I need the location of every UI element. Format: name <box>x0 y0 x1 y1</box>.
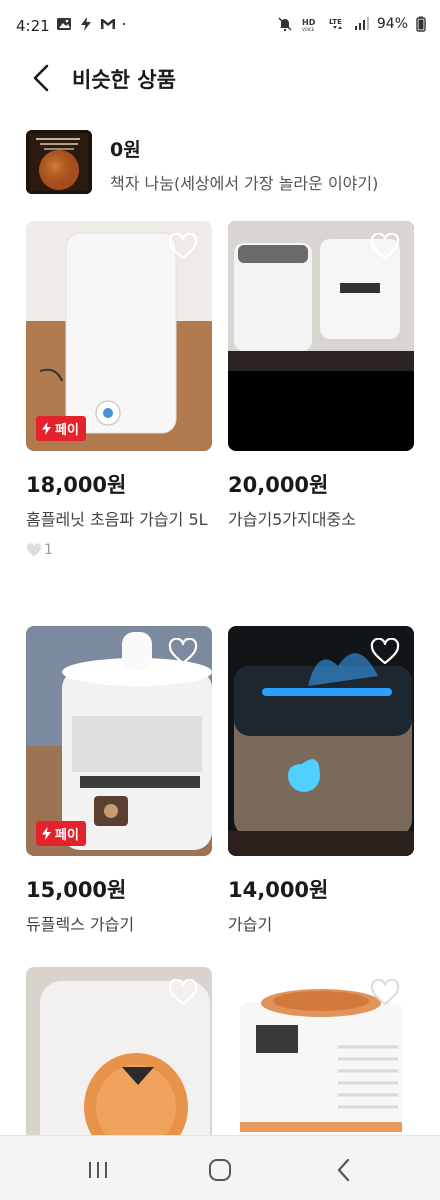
product-name: 듀플렉스 가습기 <box>26 915 135 934</box>
product-card[interactable]: 20,000원 가습기5가지대중소 <box>228 221 414 534</box>
featured-item[interactable]: 0원 책자 나눔(세상에서 가장 놀라운 이야기) <box>26 130 426 196</box>
hd-voice-icon: HDVOICE <box>302 18 316 32</box>
heart-filled-icon <box>27 542 41 556</box>
product-price: 14,000원 <box>228 878 329 902</box>
notification-icons <box>56 16 130 32</box>
recent-apps-icon[interactable] <box>84 1156 112 1184</box>
heart-icon[interactable] <box>370 638 400 666</box>
product-price: 18,000원 <box>26 473 127 497</box>
featured-thumbnail <box>26 130 92 194</box>
heart-icon[interactable] <box>370 979 400 1007</box>
product-price: 15,000원 <box>26 878 127 902</box>
book-cover-image <box>26 130 92 194</box>
mute-icon <box>278 17 292 32</box>
home-icon[interactable] <box>206 1156 234 1184</box>
status-time: 4:21 <box>16 17 50 35</box>
pay-badge-label: 페이 <box>55 828 79 843</box>
product-name: 홈플레닛 초음파 가습기 5L <box>26 510 208 529</box>
lte-icon: LTE <box>329 18 342 29</box>
bolt-icon <box>81 17 91 31</box>
featured-price: 0원 <box>110 139 141 161</box>
product-image: 페이 <box>26 626 212 856</box>
status-right: HD VOICE LTE 94% <box>277 16 426 32</box>
back-arrow-icon[interactable] <box>26 62 58 94</box>
product-card[interactable]: 페이 15,000원 듀플렉스 가습기 <box>26 626 212 939</box>
product-image <box>228 221 414 451</box>
app-header: 비슷한 상품 <box>0 52 440 106</box>
heart-icon[interactable] <box>168 638 198 666</box>
like-count: 1 <box>26 542 212 558</box>
featured-name: 책자 나눔(세상에서 가장 놀라운 이야기) <box>110 174 379 193</box>
pay-badge-label: 페이 <box>55 423 79 438</box>
status-bar: 4:21 HD VOICE LTE 94% <box>0 0 440 52</box>
battery-level: 94% <box>376 16 408 32</box>
back-nav-icon[interactable] <box>330 1156 358 1184</box>
like-count-value: 1 <box>44 542 53 558</box>
product-card[interactable]: 페이 18,000원 홈플레닛 초음파 가습기 5L 1 <box>26 221 212 558</box>
heart-icon[interactable] <box>168 979 198 1007</box>
pay-badge: 페이 <box>36 416 86 441</box>
product-name: 가습기 <box>228 915 273 934</box>
product-name: 가습기5가지대중소 <box>228 510 356 529</box>
gallery-icon <box>57 18 71 30</box>
product-image <box>228 626 414 856</box>
product-image: 페이 <box>26 221 212 451</box>
product-card[interactable]: 14,000원 가습기 <box>228 626 414 939</box>
svg-text:LTE: LTE <box>329 18 342 26</box>
battery-icon <box>416 16 426 32</box>
product-price: 20,000원 <box>228 473 329 497</box>
signal-icon <box>354 17 369 30</box>
svg-text:VOICE: VOICE <box>302 27 315 32</box>
svg-text:HD: HD <box>302 18 316 27</box>
system-nav-bar <box>0 1135 440 1200</box>
heart-icon[interactable] <box>168 233 198 261</box>
dot-icon <box>122 22 126 26</box>
bolt-icon <box>42 422 51 435</box>
pay-badge: 페이 <box>36 821 86 846</box>
bolt-icon <box>42 827 51 840</box>
heart-icon[interactable] <box>370 233 400 261</box>
page-title: 비슷한 상품 <box>72 68 176 92</box>
gmail-icon <box>101 19 115 29</box>
